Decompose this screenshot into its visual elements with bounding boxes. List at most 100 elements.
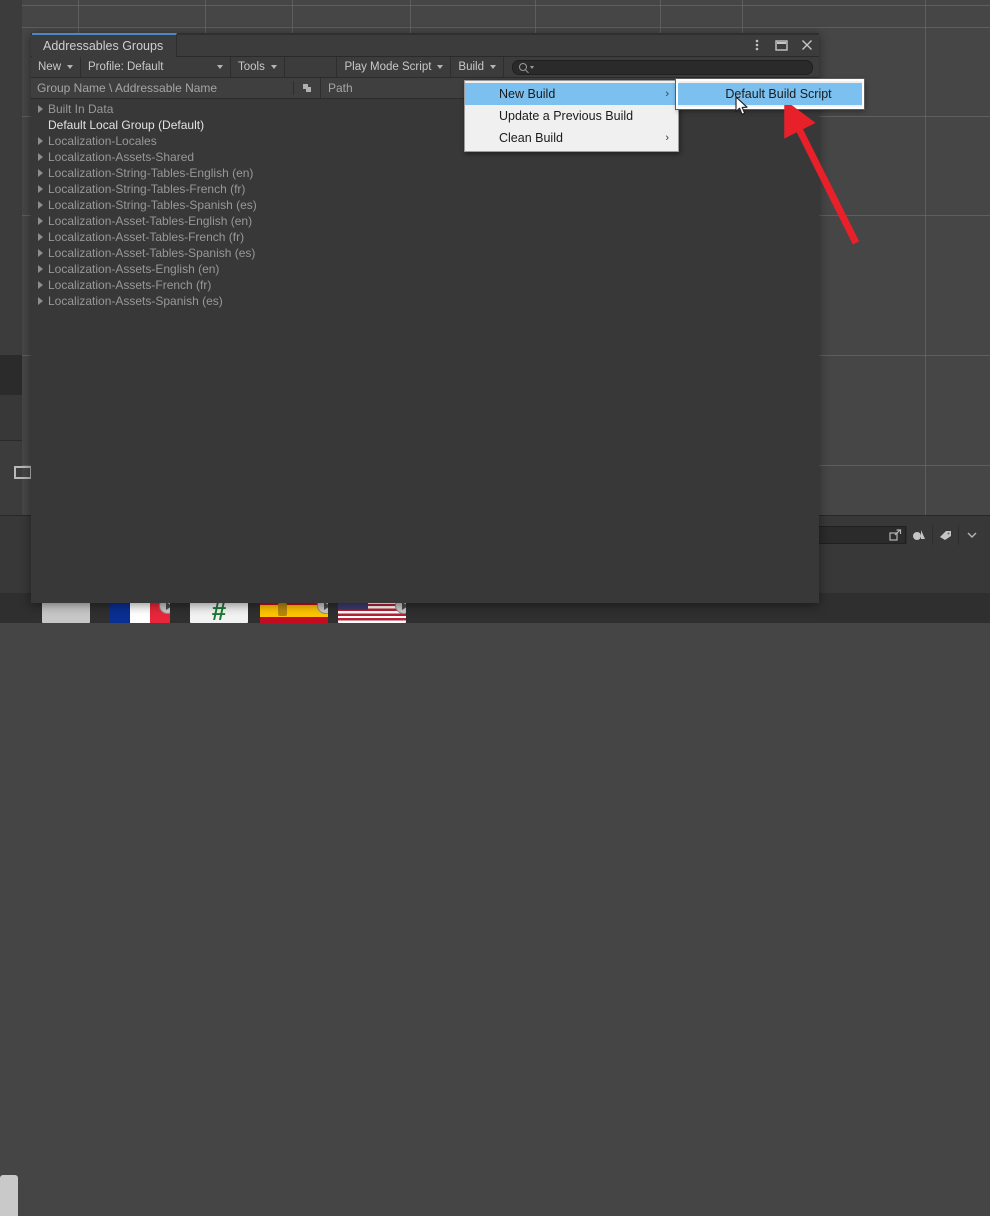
window-titlebar: Addressables Groups [31, 33, 819, 57]
addressables-toolbar: New Profile: Default Tools Play Mode Scr… [31, 57, 819, 78]
tree-row-label: Localization-Assets-Spanish (es) [48, 294, 223, 308]
layers-icon-button[interactable] [906, 525, 932, 545]
groups-tree[interactable]: Built In Data Default Local Group (Defaul… [31, 99, 819, 603]
tree-row[interactable]: Localization-Asset-Tables-Spanish (es) [31, 245, 819, 261]
tree-row[interactable]: Localization-Assets-French (fr) [31, 277, 819, 293]
search-input[interactable] [512, 60, 813, 75]
expand-triangle-icon[interactable] [38, 265, 43, 273]
tree-row[interactable]: Localization-Assets-English (en) [31, 261, 819, 277]
expand-triangle-icon[interactable] [38, 185, 43, 193]
play-mode-script-label: Play Mode Script [344, 61, 431, 73]
build-label: Build [458, 61, 484, 73]
tree-row[interactable]: Localization-String-Tables-English (en) [31, 165, 819, 181]
tools-dropdown-button[interactable]: Tools [231, 57, 285, 77]
build-menu-item[interactable]: New Build › [465, 83, 678, 105]
maximize-icon[interactable] [775, 39, 788, 52]
tree-row[interactable]: Localization-Locales [31, 133, 819, 149]
new-label: New [38, 61, 61, 73]
tree-row-label: Localization-String-Tables-French (fr) [48, 182, 245, 196]
expand-triangle-icon[interactable] [38, 249, 43, 257]
tree-row-label: Localization-Asset-Tables-Spanish (es) [48, 246, 255, 260]
search-area [504, 57, 819, 77]
grid-line [0, 27, 990, 28]
expand-triangle-icon[interactable] [38, 153, 43, 161]
build-menu-item[interactable]: Clean Build › [465, 127, 678, 149]
tree-row[interactable]: Localization-Asset-Tables-French (fr) [31, 229, 819, 245]
open-external-icon [889, 529, 902, 542]
toolbar-spacer [285, 57, 338, 77]
play-mode-script-dropdown-button[interactable]: Play Mode Script [337, 57, 451, 77]
build-menu-item[interactable]: Update a Previous Build [465, 105, 678, 127]
chevron-down-icon [217, 65, 223, 69]
expand-triangle-icon[interactable] [38, 105, 43, 113]
build-menu-item-label: Update a Previous Build [499, 109, 633, 123]
close-icon[interactable] [800, 39, 813, 52]
bottom-search-field[interactable] [806, 526, 906, 544]
tree-row-label: Localization-Asset-Tables-French (fr) [48, 230, 244, 244]
tools-label: Tools [238, 61, 265, 73]
taskbar-start-button[interactable] [0, 1175, 18, 1216]
profile-label: Profile: Default [88, 61, 163, 73]
audio-listener-icon [912, 528, 928, 542]
left-panel-section [0, 395, 22, 440]
build-dropdown-button[interactable]: Build [451, 57, 504, 77]
column-header-group-name-label: Group Name \ Addressable Name [37, 81, 217, 95]
tree-row-label: Localization-Assets-French (fr) [48, 278, 211, 292]
left-panel-section [0, 355, 22, 395]
tree-row-label: Localization-Locales [48, 134, 157, 148]
profile-dropdown-button[interactable]: Profile: Default [81, 57, 231, 77]
chevron-down-icon [490, 65, 496, 69]
tree-row[interactable]: Localization-String-Tables-Spanish (es) [31, 197, 819, 213]
tree-row-label: Localization-Assets-English (en) [48, 262, 219, 276]
chevron-down-icon [271, 65, 277, 69]
window-controls [750, 33, 813, 57]
tree-row[interactable]: Default Local Group (Default) [31, 117, 819, 133]
tree-row[interactable]: Localization-Assets-Shared [31, 149, 819, 165]
kebab-menu-icon[interactable] [750, 39, 763, 52]
mouse-cursor [735, 96, 749, 116]
expand-triangle-icon[interactable] [38, 281, 43, 289]
tree-row[interactable]: Localization-String-Tables-French (fr) [31, 181, 819, 197]
red-pointer-arrow [770, 105, 870, 250]
tab-addressables-groups[interactable]: Addressables Groups [32, 33, 177, 57]
tree-row[interactable]: Localization-Assets-Spanish (es) [31, 293, 819, 309]
grid-line [925, 0, 926, 515]
left-dock-panel [0, 0, 22, 515]
expand-triangle-icon[interactable] [38, 217, 43, 225]
expand-triangle-icon[interactable] [38, 233, 43, 241]
new-dropdown-button[interactable]: New [31, 57, 81, 77]
column-header-path-label: Path [328, 81, 353, 95]
chevron-down-icon [530, 66, 534, 69]
tag-icon [938, 528, 954, 542]
chevron-down-icon [67, 65, 73, 69]
chevron-right-icon: › [665, 89, 669, 100]
tree-row-label: Localization-Assets-Shared [48, 150, 194, 164]
build-submenu-item[interactable]: Default Build Script [678, 83, 862, 105]
build-menu-item-label: New Build [499, 87, 555, 101]
expand-triangle-icon[interactable] [38, 201, 43, 209]
tag-icon-button[interactable] [932, 525, 958, 545]
chevron-down-icon [967, 531, 977, 539]
tree-row-label: Localization-String-Tables-English (en) [48, 166, 253, 180]
tree-row-label: Localization-Asset-Tables-English (en) [48, 214, 252, 228]
tab-label: Addressables Groups [43, 39, 163, 53]
tree-row[interactable]: Localization-Asset-Tables-English (en) [31, 213, 819, 229]
addressables-groups-window: Addressables Groups [31, 33, 819, 603]
column-header-group-name[interactable]: Group Name \ Addressable Name [31, 81, 293, 95]
overflow-icon-button[interactable] [958, 525, 984, 545]
chevron-down-icon [437, 65, 443, 69]
gizmo-handle[interactable] [14, 466, 32, 479]
expand-triangle-icon[interactable] [38, 137, 43, 145]
build-dropdown-menu: New Build › Update a Previous Build Clean B… [464, 80, 679, 152]
column-options-icon[interactable] [294, 82, 320, 94]
grid-line [0, 5, 990, 6]
tree-row-label: Localization-String-Tables-Spanish (es) [48, 198, 257, 212]
chevron-right-icon: › [665, 133, 669, 144]
coat-of-arms [278, 603, 287, 616]
expand-triangle-icon[interactable] [38, 297, 43, 305]
build-menu-item-label: Clean Build [499, 131, 563, 145]
expand-triangle-icon[interactable] [38, 169, 43, 177]
tree-row-label: Built In Data [48, 102, 113, 116]
search-icon [519, 63, 527, 71]
tree-row-label: Default Local Group (Default) [48, 118, 204, 132]
